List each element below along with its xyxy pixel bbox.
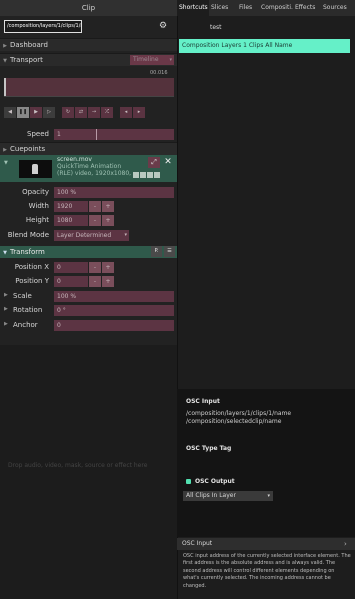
step-back-icon[interactable]: ◂ — [120, 107, 132, 118]
rotation-slider[interactable]: 0 ° — [54, 305, 174, 316]
chevron-right-icon[interactable]: ▶ — [4, 306, 8, 312]
dashboard-label: Dashboard — [10, 41, 48, 49]
play-icon[interactable]: ▶ — [30, 107, 42, 118]
help-text: OSC input address of the currently selec… — [183, 553, 351, 589]
height-decrement[interactable]: - — [89, 215, 101, 226]
chevron-right-icon[interactable]: ▶ — [4, 321, 8, 327]
chevron-down-icon: ▼ — [3, 250, 7, 256]
position-y-label: Position Y — [15, 277, 49, 285]
position-x-increment[interactable]: + — [102, 262, 114, 273]
clip-panel-title: Clip — [0, 0, 177, 16]
timecode: 00.016 — [150, 70, 168, 76]
tab-sources[interactable]: Sources — [321, 0, 355, 16]
osc-type-tag-title: OSC Type Tag — [186, 445, 232, 452]
transport-mode-select[interactable]: Timeline — [130, 55, 174, 65]
loop-icon[interactable]: ↻ — [62, 107, 74, 118]
osc-output-select[interactable]: All Clips In Layer — [183, 491, 273, 501]
search-result-item[interactable]: Composition Layers 1 Clips All Name — [179, 39, 350, 53]
transform-label: Transform — [10, 248, 45, 256]
position-y-field[interactable]: 0 — [54, 276, 88, 287]
scale-slider[interactable]: 100 % — [54, 291, 174, 302]
help-title: OSC Input — [177, 538, 355, 550]
cuepoints-section[interactable]: ▶ Cuepoints — [0, 142, 177, 155]
osc-output-checkbox[interactable] — [186, 479, 191, 484]
anchor-slider[interactable]: 0 — [54, 320, 174, 331]
mini-icon[interactable] — [147, 172, 153, 178]
transport-buttons: ◀ ❚❚ ▶ ▷ ↻ ⇄ → ⤮ ◂ ▸ — [4, 107, 145, 118]
width-increment[interactable]: + — [102, 201, 114, 212]
playhead[interactable] — [4, 78, 6, 96]
mini-icon[interactable] — [133, 172, 139, 178]
once-icon[interactable]: → — [88, 107, 100, 118]
chevron-right-icon[interactable]: › — [344, 538, 347, 550]
chevron-down-icon: ▼ — [3, 58, 7, 64]
chevron-right-icon[interactable]: ▶ — [4, 292, 8, 298]
speed-slider-marker — [96, 129, 97, 140]
effect-drop-area[interactable] — [0, 345, 177, 599]
width-decrement[interactable]: - — [89, 201, 101, 212]
tab-files[interactable]: Files — [237, 0, 259, 16]
step-forward-icon[interactable]: ▸ — [133, 107, 145, 118]
position-y-decrement[interactable]: - — [89, 276, 101, 287]
position-y-increment[interactable]: + — [102, 276, 114, 287]
width-field[interactable]: 1920 — [54, 201, 88, 212]
transform-p-button[interactable]: P. — [151, 246, 162, 257]
position-x-label: Position X — [14, 263, 49, 271]
chevron-down-icon[interactable]: ▼ — [4, 160, 8, 166]
expand-icon[interactable]: ⤢ — [148, 157, 160, 168]
random-icon[interactable]: ⤮ — [101, 107, 113, 118]
osc-output-title: OSC Output — [195, 478, 235, 485]
rotation-label: Rotation — [13, 306, 43, 314]
clip-name: screen.mov — [57, 156, 92, 163]
drop-hint: Drop audio, video, mask, source or effec… — [8, 462, 148, 469]
height-label: Height — [25, 216, 49, 224]
blend-mode-value: Layer Determined — [57, 232, 112, 239]
height-field[interactable]: 1080 — [54, 215, 88, 226]
width-label: Width — [28, 202, 49, 210]
opacity-label: Opacity — [22, 188, 49, 196]
forward-icon[interactable]: ▷ — [43, 107, 55, 118]
speed-slider[interactable]: 1 — [54, 129, 174, 140]
osc-input-line2: /composition/selectedclip/name — [186, 418, 282, 425]
cuepoints-label: Cuepoints — [10, 145, 46, 153]
clip-resolution: (RLE) video, 1920x1080, — [57, 170, 132, 177]
speed-label: Speed — [27, 130, 49, 138]
blend-mode-label: Blend Mode — [7, 231, 49, 239]
close-icon[interactable]: ✕ — [163, 157, 173, 168]
search-input[interactable]: test — [200, 22, 330, 34]
clip-mini-icons — [133, 172, 160, 178]
dashboard-section[interactable]: ▶ Dashboard — [0, 38, 177, 51]
mini-icon[interactable] — [154, 172, 160, 178]
anchor-label: Anchor — [13, 321, 38, 329]
tab-composition[interactable]: Compositi... — [259, 0, 293, 16]
timeline-scale — [4, 96, 174, 100]
mini-icon[interactable] — [140, 172, 146, 178]
tab-slices[interactable]: Slices — [209, 0, 237, 16]
position-x-field[interactable]: 0 — [54, 262, 88, 273]
chevron-right-icon: ▶ — [3, 43, 7, 49]
gear-icon[interactable]: ⚙ — [158, 20, 168, 32]
bounce-icon[interactable]: ⇄ — [75, 107, 87, 118]
rewind-icon[interactable]: ◀ — [4, 107, 16, 118]
tab-bar: Shortcuts Slices Files Compositi... Effe… — [177, 0, 355, 16]
osc-input-title: OSC Input — [186, 398, 220, 405]
pause-icon[interactable]: ❚❚ — [17, 107, 29, 118]
tab-effects[interactable]: Effects — [293, 0, 321, 16]
opacity-slider[interactable]: 100 % — [54, 187, 174, 198]
transport-label: Transport — [10, 56, 43, 64]
position-x-decrement[interactable]: - — [89, 262, 101, 273]
osc-input-line1: /composition/layers/1/clips/1/name — [186, 410, 292, 417]
thumbnail-figure — [32, 164, 38, 174]
tab-shortcuts[interactable]: Shortcuts — [177, 0, 209, 16]
timeline-bar[interactable] — [4, 78, 174, 96]
height-increment[interactable]: + — [102, 215, 114, 226]
blend-mode-select[interactable]: Layer Determined ▾ — [54, 230, 129, 241]
menu-icon[interactable]: ☰ — [164, 246, 175, 257]
clip-codec: QuickTime Animation — [57, 163, 122, 170]
scale-label: Scale — [13, 292, 32, 300]
chevron-down-icon: ▾ — [124, 232, 127, 238]
osc-path-field[interactable]: /composition/layers/1/clips/1/name — [4, 20, 82, 33]
